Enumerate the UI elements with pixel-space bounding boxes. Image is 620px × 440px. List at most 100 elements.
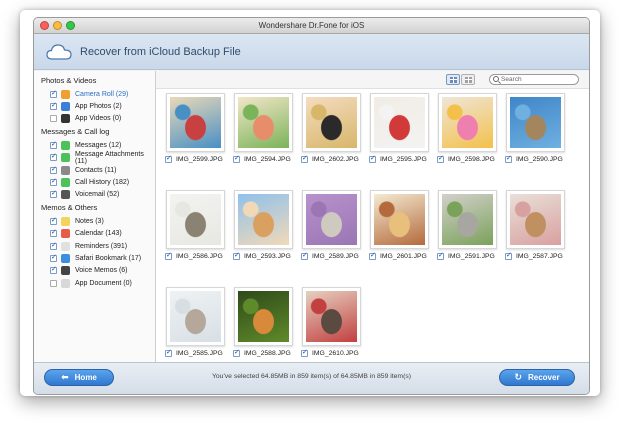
photo-thumbnail[interactable] — [369, 93, 429, 152]
sidebar-section-title: Photos & Videos — [41, 76, 97, 85]
category-checkbox[interactable] — [50, 241, 57, 250]
photo-tile[interactable]: IMG_2587.JPG — [504, 190, 566, 276]
photo-thumbnail[interactable] — [369, 190, 429, 249]
sidebar-item[interactable]: Call History (182) — [41, 176, 155, 188]
category-checkbox[interactable] — [50, 140, 57, 149]
photo-thumbnail[interactable] — [165, 93, 225, 152]
sidebar-item[interactable]: Messages (12) — [41, 139, 155, 151]
category-sidebar: Photos & Videos Camera Roll (29) App Photo… — [34, 71, 156, 362]
zoom-window-button[interactable] — [66, 21, 75, 30]
photo-checkbox[interactable] — [369, 154, 376, 163]
photo-thumbnail[interactable] — [301, 287, 361, 346]
minimize-window-button[interactable] — [53, 21, 62, 30]
sidebar-item-label: Camera Roll (29) — [75, 90, 129, 98]
photo-checkbox[interactable] — [301, 251, 308, 260]
photo-tile[interactable]: IMG_2595.JPG — [368, 93, 430, 179]
sidebar-item-label: Notes (3) — [75, 217, 104, 225]
category-checkbox[interactable] — [50, 253, 57, 262]
photo-tile[interactable]: IMG_2585.JPG — [164, 287, 226, 373]
sidebar-item-label: Reminders (391) — [75, 242, 128, 250]
photo-checkbox[interactable] — [369, 251, 376, 260]
category-checkbox[interactable] — [50, 152, 57, 162]
photo-thumbnail[interactable] — [233, 190, 293, 249]
footer-bar: ⬅ Home You've selected 64.85MB in 859 it… — [34, 362, 589, 394]
contacts-icon — [61, 165, 70, 175]
photo-checkbox[interactable] — [505, 251, 512, 260]
sidebar-item[interactable]: App Videos (0) — [41, 113, 155, 125]
grid-view-button[interactable] — [446, 74, 460, 85]
category-checkbox[interactable] — [50, 279, 57, 287]
photo-checkbox[interactable] — [233, 348, 240, 357]
photo-filename: IMG_2587.JPG — [516, 253, 563, 260]
photo-tile[interactable]: IMG_2594.JPG — [232, 93, 294, 179]
photo-tile[interactable]: IMG_2590.JPG — [504, 93, 566, 179]
photo-thumbnail[interactable] — [505, 93, 565, 152]
photo-thumbnail[interactable] — [233, 93, 293, 152]
photo-filename: IMG_2599.JPG — [176, 156, 223, 163]
photo-thumbnail[interactable] — [437, 93, 497, 152]
category-checkbox[interactable] — [50, 216, 57, 225]
photo-checkbox[interactable] — [505, 154, 512, 163]
sidebar-item[interactable]: Voicemail (52) — [41, 189, 155, 201]
photo-tile[interactable]: IMG_2589.JPG — [300, 190, 362, 276]
photo-thumbnail[interactable] — [165, 190, 225, 249]
photo-filename: IMG_2601.JPG — [380, 253, 427, 260]
sidebar-item[interactable]: App Photos (2) — [41, 100, 155, 112]
sidebar-item[interactable]: Notes (3) — [41, 215, 155, 227]
search-input[interactable]: Search — [489, 74, 579, 85]
category-checkbox[interactable] — [50, 189, 57, 199]
sidebar-item[interactable]: Message Attachments (11) — [41, 151, 155, 165]
photo-caption: IMG_2588.JPG — [232, 348, 294, 357]
sidebar-item[interactable]: App Document (0) — [41, 277, 155, 289]
photo-checkbox[interactable] — [165, 348, 172, 357]
category-checkbox[interactable] — [50, 165, 57, 174]
sidebar-item[interactable]: Voice Memos (6) — [41, 265, 155, 277]
category-checkbox[interactable] — [50, 228, 57, 238]
sidebar-item[interactable]: Camera Roll (29) — [41, 88, 155, 100]
photo-tile[interactable]: IMG_2588.JPG — [232, 287, 294, 373]
photo-tile[interactable]: IMG_2610.JPG — [300, 287, 362, 373]
category-checkbox[interactable] — [50, 115, 57, 123]
photo-checkbox[interactable] — [165, 251, 172, 260]
photo-image — [373, 97, 425, 148]
photo-thumbnail[interactable] — [505, 190, 565, 249]
window-controls — [40, 21, 75, 30]
photo-thumbnail[interactable] — [301, 190, 361, 249]
photo-thumbnail[interactable] — [233, 287, 293, 346]
photo-checkbox[interactable] — [165, 154, 172, 163]
photo-thumbnail[interactable] — [165, 287, 225, 346]
photo-tile[interactable]: IMG_2591.JPG — [436, 190, 498, 276]
photo-image — [169, 97, 221, 148]
photo-checkbox[interactable] — [437, 154, 444, 163]
sidebar-item[interactable]: Safari Bookmark (17) — [41, 252, 155, 264]
photo-caption: IMG_2599.JPG — [164, 154, 226, 163]
photo-checkbox[interactable] — [437, 251, 444, 260]
recover-button[interactable]: ↻ Recover — [499, 369, 575, 386]
photo-grid: IMG_2599.JPG IMG_2594.JPG IMG_2602.JPG IMG_… — [164, 93, 589, 362]
photo-checkbox[interactable] — [301, 154, 308, 163]
photo-image — [169, 291, 221, 342]
photo-caption: IMG_2593.JPG — [232, 251, 294, 260]
category-checkbox[interactable] — [50, 101, 57, 111]
sidebar-item[interactable]: Reminders (391) — [41, 240, 155, 252]
photo-tile[interactable]: IMG_2601.JPG — [368, 190, 430, 276]
photo-tile[interactable]: IMG_2599.JPG — [164, 93, 226, 179]
photo-checkbox[interactable] — [233, 154, 240, 163]
photo-tile[interactable]: IMG_2602.JPG — [300, 93, 362, 179]
photo-thumbnail[interactable] — [437, 190, 497, 249]
sidebar-item[interactable]: Calendar (143) — [41, 228, 155, 240]
close-window-button[interactable] — [40, 21, 49, 30]
photo-thumbnail[interactable] — [301, 93, 361, 152]
category-checkbox[interactable] — [50, 89, 57, 98]
photo-tile[interactable]: IMG_2598.JPG — [436, 93, 498, 179]
photo-tile[interactable]: IMG_2586.JPG — [164, 190, 226, 276]
photo-checkbox[interactable] — [301, 348, 308, 357]
category-checkbox[interactable] — [50, 265, 57, 275]
photo-tile[interactable]: IMG_2593.JPG — [232, 190, 294, 276]
sidebar-section-title: Messages & Call log — [41, 127, 110, 137]
photo-filename: IMG_2594.JPG — [244, 156, 291, 163]
photo-checkbox[interactable] — [233, 251, 240, 260]
category-checkbox[interactable] — [50, 177, 57, 187]
list-view-button[interactable] — [461, 74, 475, 85]
sidebar-item[interactable]: Contacts (11) — [41, 164, 155, 176]
